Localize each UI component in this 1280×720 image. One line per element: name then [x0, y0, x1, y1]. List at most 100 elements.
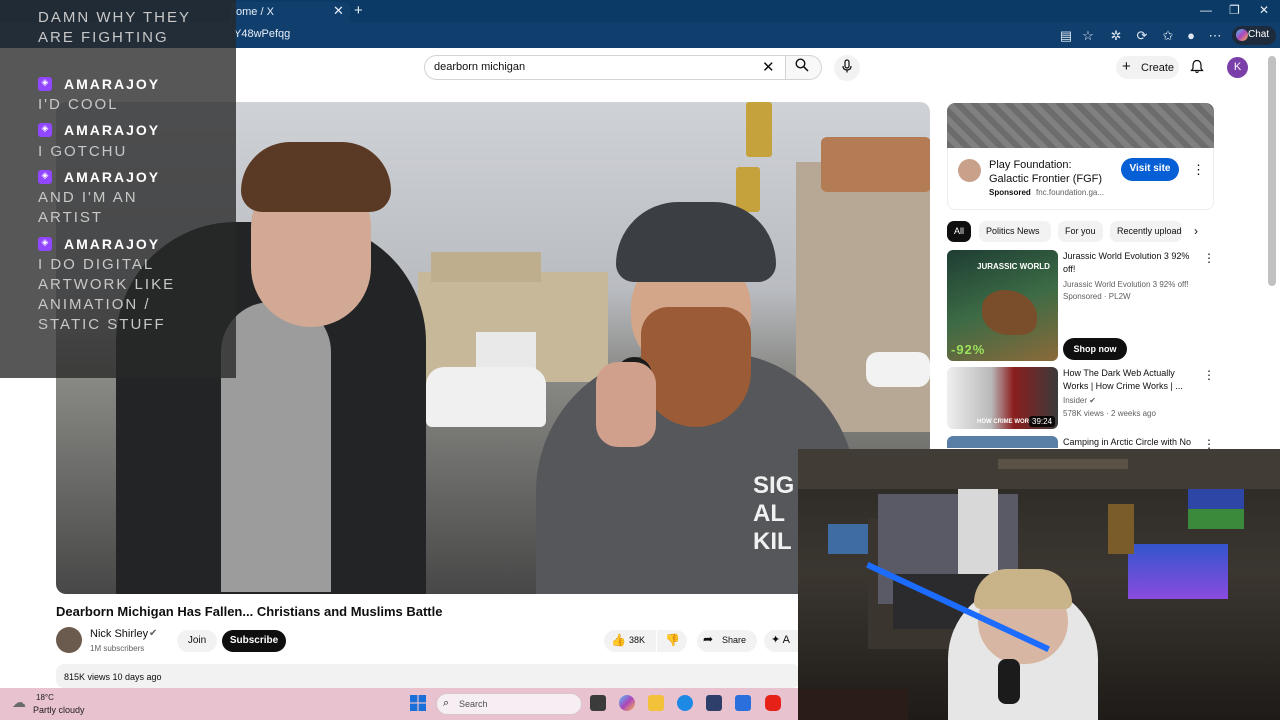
related-meta: Sponsored · PL2W: [1063, 292, 1131, 301]
ceiling: [798, 449, 1280, 489]
more-vert-icon[interactable]: ⋮: [1192, 162, 1205, 178]
person-right-beard: [641, 307, 751, 427]
chip-politics-news[interactable]: Politics News: [979, 221, 1051, 242]
minimize-icon[interactable]: —: [1200, 3, 1212, 17]
ask-label: A: [782, 634, 791, 646]
file-explorer-icon[interactable]: [648, 695, 664, 711]
copilot-app-icon[interactable]: [619, 695, 635, 711]
ad-sponsored-label: Sponsored: [989, 188, 1031, 197]
more-vert-icon[interactable]: ⋮: [1203, 368, 1215, 382]
new-tab-icon[interactable]: +: [354, 2, 363, 19]
flag: [1188, 489, 1244, 529]
building-right: [796, 162, 930, 432]
shirt-text: SIG AL KIL: [753, 472, 795, 555]
join-button[interactable]: Join: [177, 630, 217, 652]
monitor: [1128, 544, 1228, 599]
clear-search-icon[interactable]: ✕: [762, 58, 775, 76]
favorite-icon[interactable]: ☆: [1080, 28, 1096, 44]
related-thumbnail[interactable]: [947, 436, 1058, 448]
twitch-badge-icon: ◈: [38, 170, 52, 184]
window-close-icon[interactable]: ✕: [1259, 3, 1269, 17]
url-text: Y48wPefqg: [234, 28, 291, 40]
chip-for-you[interactable]: For you: [1058, 221, 1103, 242]
share-icon: ➦: [703, 632, 714, 646]
views-date: 815K views 10 days ago: [64, 672, 162, 682]
channel-label: Insider: [1063, 396, 1088, 405]
chip-recently-uploaded[interactable]: Recently uploaded: [1110, 221, 1182, 242]
related-subtitle: Jurassic World Evolution 3 92% off!: [1063, 280, 1189, 289]
twitch-badge-icon: ◈: [38, 123, 52, 137]
dinosaur: [982, 290, 1037, 335]
subscribe-button[interactable]: Subscribe: [222, 630, 286, 652]
thumbs-down-icon: 👎: [665, 633, 680, 647]
channel-avatar[interactable]: [56, 627, 82, 653]
ad-banner[interactable]: [947, 103, 1214, 148]
weather-temperature: 18°C: [36, 693, 54, 702]
twitch-badge-icon: ◈: [38, 237, 52, 251]
traffic-light: [746, 102, 772, 157]
car: [866, 352, 930, 387]
description-box[interactable]: [56, 664, 800, 688]
chat-label: Chat: [1248, 29, 1270, 40]
more-vert-icon[interactable]: ⋮: [1203, 251, 1215, 265]
ad-title[interactable]: Play Foundation: Galactic Frontier (FGF): [989, 158, 1113, 186]
ad-domain: fnc.foundation.ga...: [1036, 188, 1105, 197]
browser-tab[interactable]: ome / X: [230, 2, 350, 22]
profile-icon[interactable]: ●: [1183, 28, 1199, 43]
collections-icon[interactable]: ✩: [1160, 28, 1176, 44]
chat-username: AMARAJOY: [64, 76, 161, 92]
visit-site-button[interactable]: Visit site: [1121, 158, 1179, 181]
task-view-icon[interactable]: [590, 695, 606, 711]
thumb-text: JURASSIC WORLD: [977, 262, 1050, 271]
duration-badge: 39:24: [1029, 416, 1056, 427]
chat-message: I'D COOL: [38, 96, 119, 113]
white-car: [426, 367, 546, 427]
streamer-hair: [974, 569, 1072, 609]
ad-avatar: [958, 159, 981, 182]
taskbar-search-label: Search: [459, 699, 488, 709]
verified-icon: ✔: [149, 628, 158, 639]
building-top: [431, 252, 541, 282]
chip-all[interactable]: All: [947, 221, 971, 242]
scrollbar[interactable]: [1268, 56, 1276, 286]
windows-start-icon[interactable]: [410, 695, 426, 711]
wall-screen: [828, 524, 868, 554]
edge-browser-icon[interactable]: [677, 695, 693, 711]
thumbs-up-icon: 👍: [611, 633, 626, 647]
related-title[interactable]: Camping in Arctic Circle with No: [1063, 436, 1193, 449]
chat-username: AMARAJOY: [64, 122, 161, 138]
outlook-icon[interactable]: [735, 695, 751, 711]
weather-icon[interactable]: ☁: [12, 694, 26, 711]
youtube-app-icon[interactable]: [765, 695, 781, 711]
account-avatar[interactable]: K: [1227, 57, 1248, 78]
search-icon: [795, 58, 809, 75]
tab-close-icon[interactable]: ✕: [333, 3, 344, 19]
related-title[interactable]: Jurassic World Evolution 3 92% off!: [1063, 250, 1193, 276]
plus-icon: +: [1122, 58, 1131, 75]
subscriber-count: 1M subscribers: [90, 644, 145, 653]
person-left-hair: [241, 142, 391, 212]
reader-icon[interactable]: ▤: [1058, 28, 1074, 44]
extension-icon[interactable]: ✲: [1108, 28, 1124, 44]
webcam-feed: [798, 449, 1280, 720]
bell-icon[interactable]: [1190, 59, 1204, 77]
related-meta: 578K views · 2 weeks ago: [1063, 409, 1156, 418]
more-icon[interactable]: ⋯: [1207, 28, 1223, 44]
maximize-icon[interactable]: ❐: [1229, 3, 1240, 17]
related-title[interactable]: How The Dark Web Actually Works | How Cr…: [1063, 367, 1193, 393]
taskbar-search-box[interactable]: [436, 693, 582, 715]
url-field[interactable]: Y48wPefqg: [234, 28, 290, 40]
person-right-cap: [616, 202, 776, 282]
thumb-text: HOW CRIME WORK: [977, 419, 1034, 425]
channel-name[interactable]: Nick Shirley: [90, 628, 148, 640]
weather-description: Partly cloudy: [33, 705, 85, 715]
verified-icon: ✔: [1089, 396, 1096, 405]
twitch-badge-icon: ◈: [38, 77, 52, 91]
chat-message: AND I'M AN ARTIST: [38, 189, 138, 226]
sync-icon[interactable]: ⟳: [1134, 28, 1150, 44]
traffic-light: [736, 167, 760, 212]
hand: [596, 362, 656, 447]
store-icon[interactable]: [706, 695, 722, 711]
chevron-right-icon[interactable]: ›: [1194, 224, 1198, 238]
shop-now-button[interactable]: Shop now: [1063, 338, 1127, 360]
